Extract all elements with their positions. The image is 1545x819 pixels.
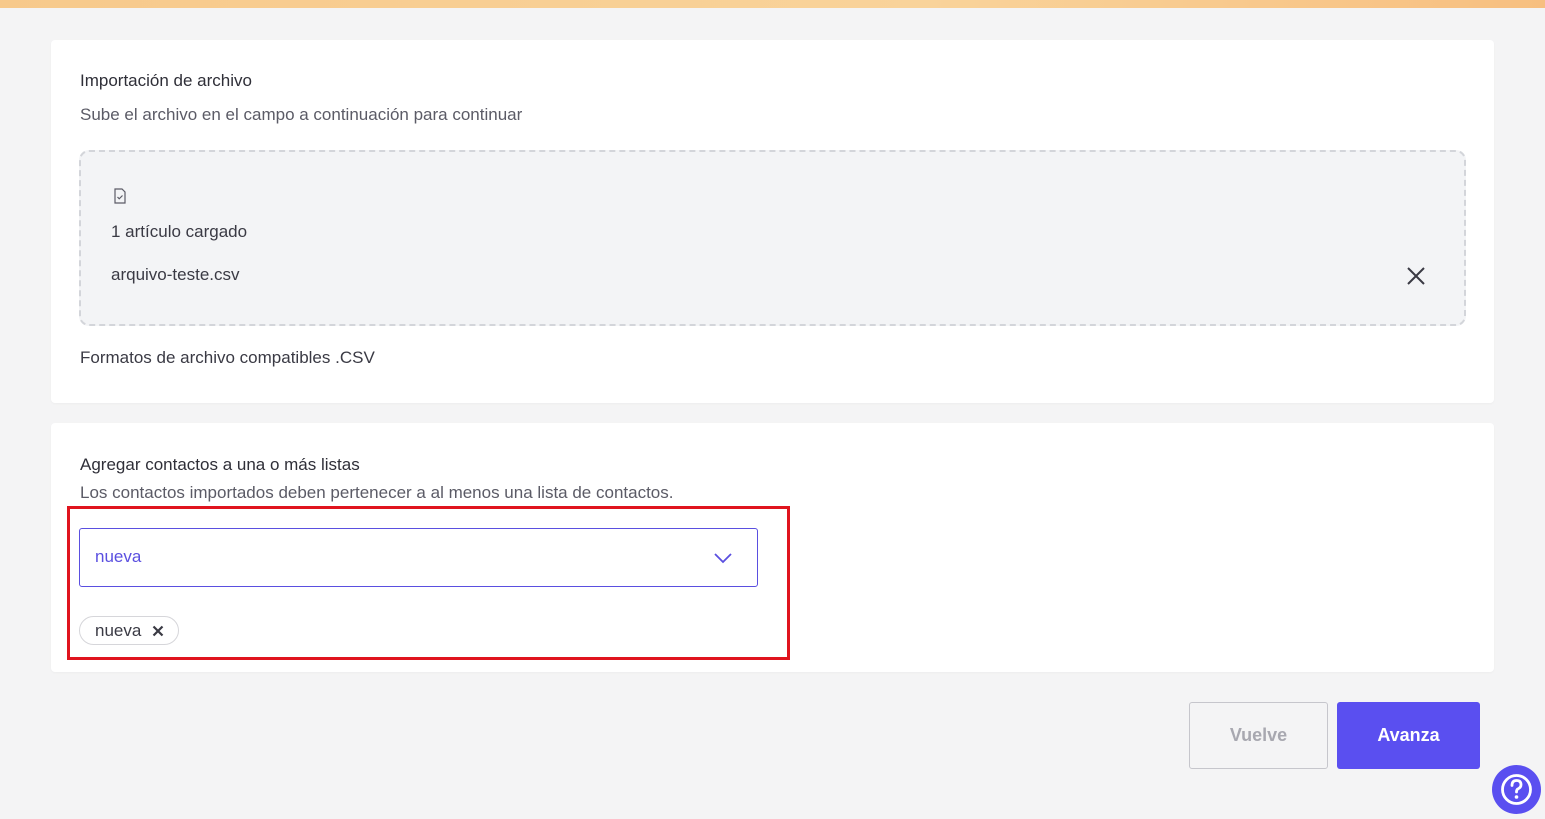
file-dropzone[interactable]: 1 artículo cargado arquivo-teste.csv: [79, 150, 1466, 326]
list-chip: nueva: [79, 616, 179, 645]
help-button[interactable]: [1492, 765, 1541, 814]
uploaded-count: 1 artículo cargado: [111, 222, 248, 241]
next-button[interactable]: Avanza: [1337, 702, 1480, 769]
back-button[interactable]: Vuelve: [1189, 702, 1328, 769]
question-circle-icon: [1501, 774, 1532, 805]
file-name: arquivo-teste.csv: [111, 265, 240, 284]
file-import-subtitle: Sube el archivo en el campo a continuaci…: [80, 105, 523, 124]
contact-lists-subtitle: Los contactos importados deben pertenece…: [80, 483, 674, 502]
file-import-title: Importación de archivo: [80, 71, 252, 90]
close-icon[interactable]: [1404, 264, 1428, 288]
supported-formats-note: Formatos de archivo compatibles .CSV: [80, 348, 375, 367]
list-chip-label: nueva: [95, 620, 142, 640]
contact-list-select[interactable]: nueva: [79, 528, 758, 587]
top-accent-bar: [0, 0, 1545, 8]
contact-lists-title: Agregar contactos a una o más listas: [80, 455, 360, 474]
select-value: nueva: [95, 547, 142, 566]
close-icon[interactable]: [151, 624, 165, 638]
chevron-down-icon: [714, 553, 732, 564]
file-import-card: Importación de archivo Sube el archivo e…: [51, 40, 1494, 403]
file-check-icon: [114, 188, 126, 204]
